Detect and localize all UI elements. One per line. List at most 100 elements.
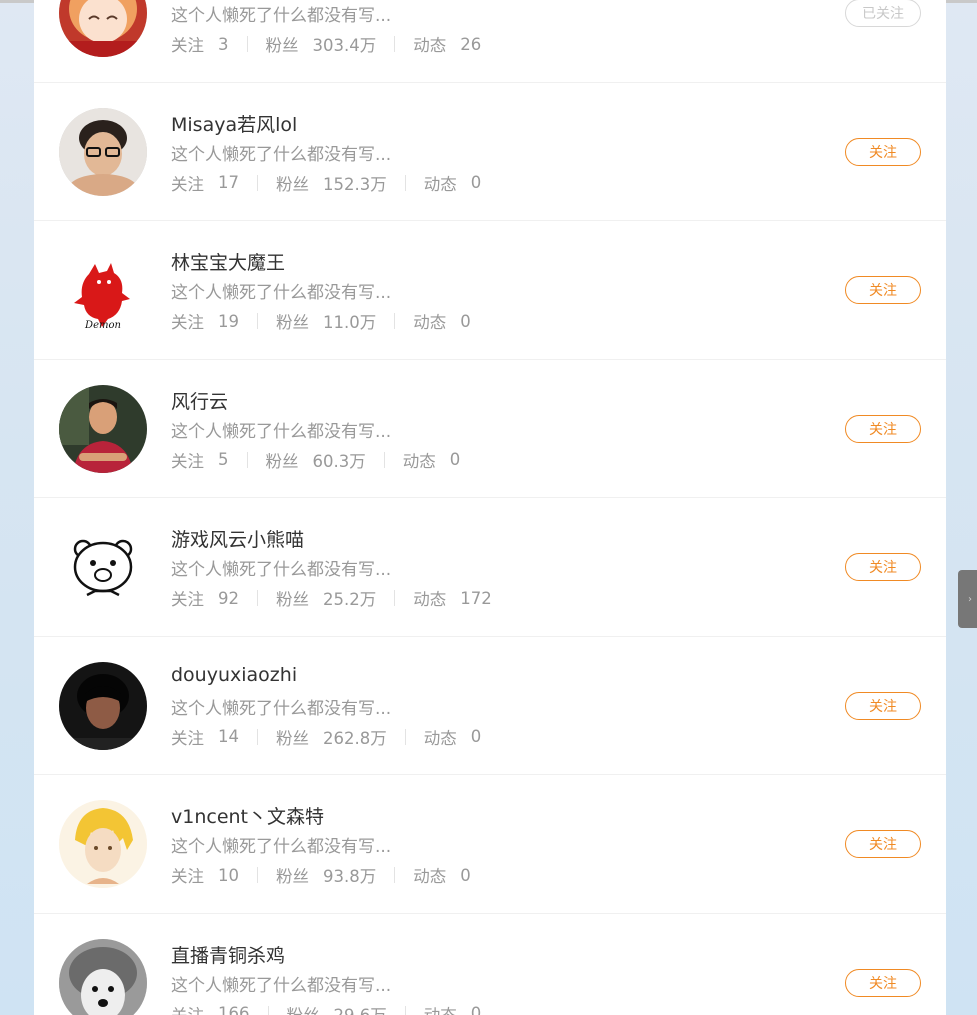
posts-label: 动态	[402, 451, 436, 471]
user-stats: 关注 166 粉丝 29.6万 动态 0	[171, 1002, 481, 1015]
divider	[257, 590, 258, 606]
divider	[404, 174, 406, 191]
follow-button[interactable]: 关注	[845, 276, 921, 304]
user-description: 这个人懒死了什么都没有写...	[171, 421, 392, 442]
list-item: 风行云 这个人懒死了什么都没有写... 关注 5 粉丝 60.3万 动态 0 关注	[34, 360, 946, 498]
user-name[interactable]: 风行云	[171, 387, 228, 414]
follow-button[interactable]: 关注	[845, 137, 921, 166]
user-name[interactable]: 游戏风云小熊喵	[171, 525, 304, 552]
fans-count: 303.4万	[312, 36, 377, 55]
following-count: 92	[218, 588, 239, 608]
husky-dog-avatar[interactable]	[59, 938, 147, 1015]
follow-button[interactable]: 关注	[845, 414, 921, 443]
dark-portrait-avatar[interactable]	[59, 661, 147, 750]
fans-count: 29.6万	[333, 1005, 387, 1015]
divider	[394, 313, 396, 329]
posts-count: 0	[470, 173, 482, 192]
fans-label: 粉丝	[276, 728, 309, 748]
user-stats: 关注 10 粉丝 93.8万 动态 0	[171, 863, 471, 887]
user-description: 这个人懒死了什么都没有写...	[171, 6, 392, 26]
following-label: 关注	[171, 590, 204, 609]
following-count: 5	[218, 450, 229, 469]
user-description: 这个人懒死了什么都没有写...	[171, 698, 392, 719]
fans-count: 11.0万	[323, 313, 377, 332]
divider	[257, 728, 258, 745]
side-floating-tab[interactable]: ›	[958, 570, 977, 628]
posts-label: 动态	[413, 867, 447, 886]
posts-label: 动态	[423, 1005, 457, 1015]
user-stats: 关注 17 粉丝 152.3万 动态 0	[171, 171, 481, 195]
man-red-shirt-avatar[interactable]	[59, 384, 147, 473]
fans-count: 93.8万	[323, 867, 377, 886]
following-label: 关注	[171, 313, 204, 332]
following-label: 关注	[171, 867, 204, 886]
divider	[246, 451, 248, 468]
fans-label: 粉丝	[265, 36, 299, 55]
following-count: 19	[218, 311, 239, 331]
divider	[257, 174, 258, 191]
man-glasses-avatar[interactable]	[59, 107, 147, 196]
divider	[383, 451, 385, 468]
posts-count: 0	[460, 311, 471, 331]
user-description: 这个人懒死了什么都没有写...	[171, 975, 392, 996]
posts-label: 动态	[413, 590, 447, 609]
following-count: 14	[218, 727, 239, 746]
user-list: 这个人懒死了什么都没有写... 关注 3 粉丝 303.4万 动态 26 已关注	[34, 0, 946, 1015]
following-label: 关注	[171, 1005, 204, 1015]
divider	[246, 36, 248, 52]
chevron-right-icon: ›	[968, 594, 972, 605]
user-description: 这个人懒死了什么都没有写...	[171, 837, 392, 857]
fans-label: 粉丝	[286, 1005, 320, 1015]
fans-label: 粉丝	[276, 590, 309, 609]
follow-button[interactable]: 关注	[845, 968, 921, 997]
following-label: 关注	[171, 451, 204, 471]
following-count: 3	[218, 34, 229, 54]
user-stats: 关注 14 粉丝 262.8万 动态 0	[171, 725, 481, 749]
list-item: 这个人懒死了什么都没有写... 关注 3 粉丝 303.4万 动态 26 已关注	[34, 0, 946, 83]
user-name[interactable]: Misaya若风lol	[171, 110, 297, 137]
red-demon-avatar[interactable]: Demon	[59, 246, 147, 334]
posts-count: 0	[449, 450, 461, 469]
divider	[267, 1005, 269, 1015]
follow-list-panel: 这个人懒死了什么都没有写... 关注 3 粉丝 303.4万 动态 26 已关注	[34, 0, 946, 1015]
user-description: 这个人懒死了什么都没有写...	[171, 283, 392, 303]
follow-button[interactable]: 关注	[845, 830, 921, 858]
fans-count: 25.2万	[323, 590, 377, 609]
user-name[interactable]: 林宝宝大魔王	[171, 248, 285, 275]
following-label: 关注	[171, 36, 204, 55]
fans-count: 262.8万	[323, 728, 387, 748]
divider	[394, 36, 396, 52]
user-stats: 关注 92 粉丝 25.2万 动态 172	[171, 586, 492, 610]
list-item: Misaya若风lol 这个人懒死了什么都没有写... 关注 17 粉丝 152.3…	[34, 83, 946, 221]
fans-label: 粉丝	[276, 313, 309, 332]
posts-count: 0	[470, 1004, 482, 1015]
list-item: Demon 林宝宝大魔王 这个人懒死了什么都没有写... 关注 19 粉丝 11.0…	[34, 221, 946, 360]
divider	[257, 867, 258, 883]
posts-count: 0	[460, 865, 471, 885]
user-description: 这个人懒死了什么都没有写...	[171, 144, 392, 165]
following-count: 10	[218, 865, 239, 885]
follow-button[interactable]: 关注	[845, 553, 921, 581]
list-item: 游戏风云小熊喵 这个人懒死了什么都没有写... 关注 92 粉丝 25.2万 动态 1…	[34, 498, 946, 637]
user-stats: 关注 3 粉丝 303.4万 动态 26	[171, 32, 481, 56]
bear-sketch-avatar[interactable]	[59, 523, 147, 611]
user-name[interactable]: 直播青铜杀鸡	[171, 941, 285, 968]
user-name[interactable]: douyuxiaozhi	[171, 664, 297, 686]
follow-button[interactable]: 关注	[845, 691, 921, 720]
following-label: 关注	[171, 728, 204, 748]
user-description: 这个人懒死了什么都没有写...	[171, 560, 392, 580]
divider	[257, 313, 258, 329]
posts-count: 0	[470, 727, 482, 746]
divider	[404, 728, 406, 745]
anime-girl-avatar[interactable]	[59, 0, 147, 57]
divider	[394, 590, 396, 606]
fans-label: 粉丝	[265, 451, 299, 471]
list-item: 直播青铜杀鸡 这个人懒死了什么都没有写... 关注 166 粉丝 29.6万 动态 0…	[34, 914, 946, 1015]
blond-anime-avatar[interactable]	[59, 800, 147, 888]
user-stats: 关注 5 粉丝 60.3万 动态 0	[171, 448, 460, 472]
posts-label: 动态	[423, 174, 457, 194]
followed-button[interactable]: 已关注	[845, 0, 921, 27]
divider	[404, 1005, 406, 1015]
fans-label: 粉丝	[276, 174, 309, 194]
user-name[interactable]: v1ncent丶文森特	[171, 802, 324, 829]
